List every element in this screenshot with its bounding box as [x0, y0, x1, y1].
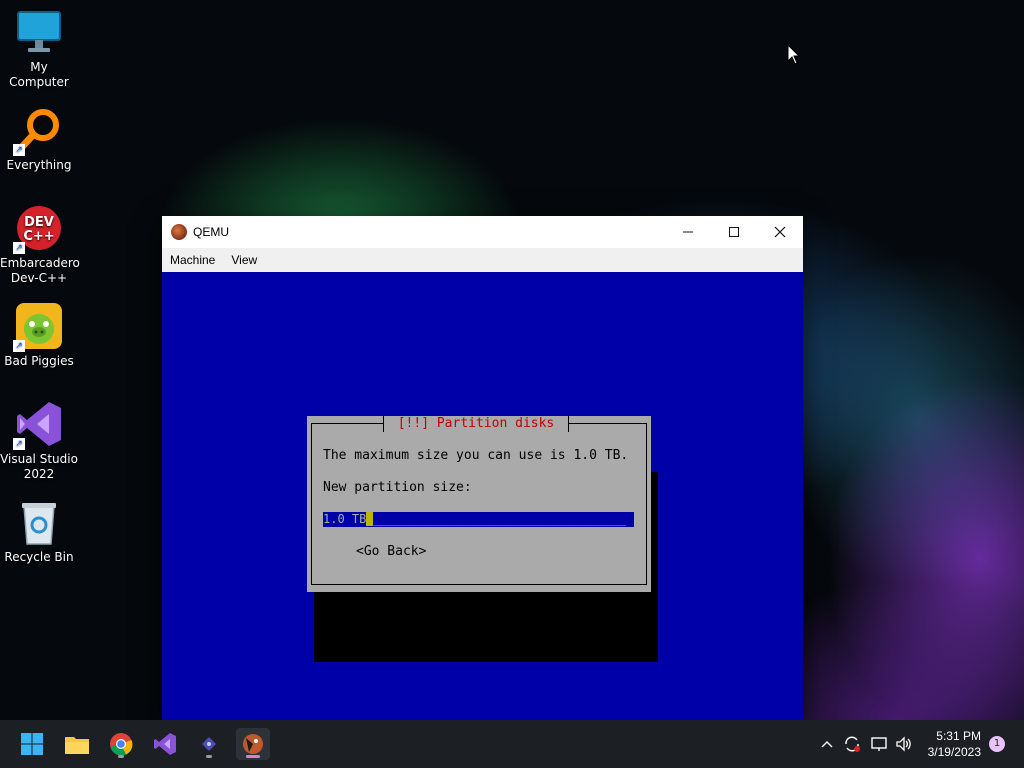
desktop-icon-label: Visual Studio [0, 452, 78, 466]
mouse-cursor-icon [787, 43, 801, 66]
speaker-icon [896, 736, 911, 752]
maximize-icon [729, 227, 739, 237]
taskbar-qemu[interactable] [236, 728, 270, 760]
recycle-bin-icon [15, 498, 63, 546]
volume-tray-button[interactable] [894, 720, 914, 768]
qemu-titlebar[interactable]: QEMU [162, 216, 803, 248]
visual-studio-icon: ↗ [13, 400, 63, 450]
taskbar-app-small[interactable] [192, 728, 226, 760]
taskbar-clock[interactable]: 5:31 PM 3/19/2023 [928, 728, 981, 760]
input-fill: ___________________________________ [373, 512, 627, 526]
shortcut-arrow-icon: ↗ [13, 144, 25, 156]
minimize-button[interactable] [665, 216, 711, 248]
taskbar-chrome[interactable] [104, 728, 138, 760]
desktop-icon-label: Everything [6, 158, 72, 172]
close-icon [774, 226, 786, 238]
shortcut-arrow-icon: ↗ [13, 340, 25, 352]
shortcut-arrow-icon: ↗ [13, 242, 25, 254]
running-indicator [118, 755, 124, 758]
dialog-message: The maximum size you can use is 1.0 TB. [323, 448, 629, 463]
go-back-button[interactable]: <Go Back> [356, 544, 426, 559]
desktop-icon-devcpp[interactable]: DEV C++ ↗ Embarcadero Dev-C++ [0, 204, 80, 286]
desktop-icon-my-computer[interactable]: My Computer [0, 8, 78, 90]
network-icon [871, 737, 887, 751]
window-title: QEMU [193, 225, 229, 239]
close-button[interactable] [757, 216, 803, 248]
active-indicator [246, 755, 260, 758]
clock-date: 3/19/2023 [927, 745, 981, 759]
devcpp-icon: DEV C++ ↗ [13, 204, 63, 254]
qemu-menubar: Machine View [162, 248, 803, 272]
dialog-title: [!!] Partition disks [383, 416, 569, 432]
desktop-icon-everything[interactable]: ↗ Everything [0, 106, 78, 173]
maximize-button[interactable] [711, 216, 757, 248]
visual-studio-icon [154, 733, 176, 755]
qemu-icon [243, 734, 263, 754]
taskbar: 5:31 PM 3/19/2023 1 [0, 720, 1024, 768]
chrome-icon [110, 733, 133, 756]
start-button[interactable] [15, 728, 49, 760]
qemu-guest-screen[interactable]: [!!] Partition disks The maximum size yo… [162, 272, 803, 720]
chevron-up-icon [821, 741, 833, 748]
desktop-icon-recycle-bin[interactable]: Recycle Bin [0, 498, 78, 565]
show-hidden-icons-button[interactable] [817, 720, 837, 768]
windows-logo-icon [21, 733, 43, 755]
qemu-logo-icon [171, 224, 187, 240]
devcpp-icon-text: C++ [23, 229, 54, 244]
desktop-icon-visual-studio[interactable]: ↗ Visual Studio 2022 [0, 400, 78, 482]
minimize-icon [683, 231, 693, 233]
qemu-window[interactable]: QEMU Machine View [!!] Partition disks T… [162, 216, 803, 720]
monitor-icon [15, 8, 63, 56]
clock-time: 5:31 PM [936, 729, 981, 743]
everything-search-icon: ↗ [13, 106, 63, 156]
desktop-icon-bad-piggies[interactable]: ↗ Bad Piggies [0, 302, 78, 369]
network-tray-button[interactable] [869, 720, 889, 768]
taskbar-visual-studio[interactable] [148, 728, 182, 760]
taskbar-file-explorer[interactable] [60, 728, 94, 760]
shortcut-arrow-icon: ↗ [13, 438, 25, 450]
folder-icon [65, 737, 89, 754]
dialog-prompt: New partition size: [323, 480, 472, 495]
sync-icon [845, 736, 860, 752]
desktop-icon-label: Bad Piggies [4, 354, 74, 368]
desktop-icon-label: Embarcadero [0, 256, 80, 270]
running-indicator [206, 755, 212, 758]
partition-dialog: [!!] Partition disks The maximum size yo… [307, 416, 651, 592]
devcpp-icon-text: DEV [24, 215, 54, 230]
desktop-icon-label: 2022 [23, 467, 55, 481]
sync-tray-button[interactable] [842, 720, 862, 768]
desktop-icon-label: Recycle Bin [4, 550, 74, 564]
menu-machine[interactable]: Machine [162, 253, 223, 267]
bad-piggies-icon: ↗ [13, 302, 63, 352]
app-diamond-icon [202, 737, 216, 751]
partition-size-value: 1.0 TB [323, 512, 367, 526]
menu-view[interactable]: View [223, 253, 265, 267]
notification-badge[interactable]: 1 [989, 736, 1005, 752]
desktop-icon-label: Dev-C++ [10, 271, 68, 285]
desktop-icon-label: My Computer [9, 60, 69, 89]
partition-size-input[interactable]: 1.0 TB __________________________________… [323, 512, 634, 527]
